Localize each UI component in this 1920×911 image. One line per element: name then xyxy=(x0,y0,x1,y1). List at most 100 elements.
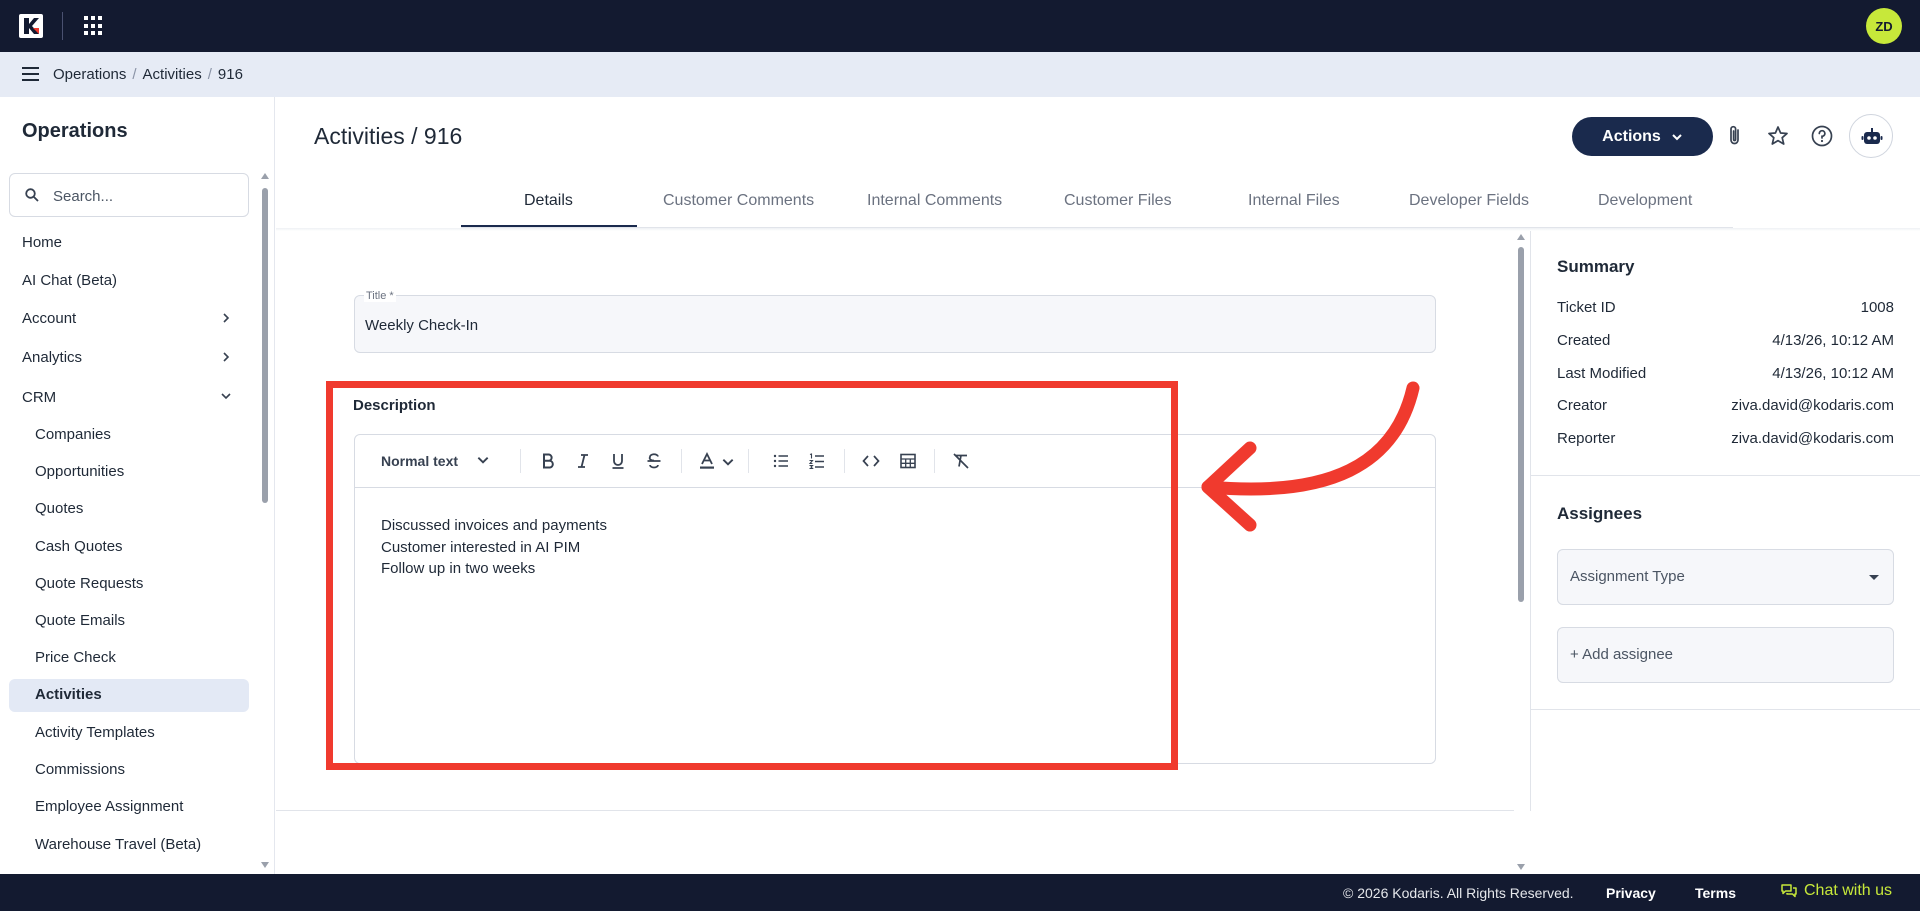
editor-line: Follow up in two weeks xyxy=(381,560,536,577)
star-icon[interactable] xyxy=(1766,124,1790,148)
bold-icon[interactable] xyxy=(538,451,558,471)
description-editor[interactable]: Normal text Discussed invoices and payme… xyxy=(354,434,1436,764)
caret-down-icon xyxy=(1869,575,1879,580)
editor-content[interactable]: Discussed invoices and payments Customer… xyxy=(381,515,607,580)
chat-bubble-icon xyxy=(1781,884,1797,898)
chat-with-us-link[interactable]: Chat with us xyxy=(1780,882,1892,900)
summary-value-reporter: ziva.david@kodaris.com xyxy=(1731,430,1894,447)
summary-label-created: Created xyxy=(1557,332,1611,349)
sidebar-item-opportunities[interactable]: Opportunities xyxy=(35,463,124,480)
tab-details[interactable]: Details xyxy=(524,192,573,210)
summary-title: Summary xyxy=(1557,257,1635,276)
robot-icon xyxy=(1861,128,1883,144)
actions-button[interactable]: Actions xyxy=(1572,117,1713,156)
chevron-down-icon[interactable] xyxy=(721,455,735,469)
tab-bar: Details Customer Comments Internal Comme… xyxy=(461,180,1733,228)
tab-customer-comments[interactable]: Customer Comments xyxy=(663,192,814,210)
text-format-select[interactable]: Normal text xyxy=(381,453,490,469)
tab-customer-files[interactable]: Customer Files xyxy=(1064,192,1172,210)
chat-with-us-label: Chat with us xyxy=(1804,882,1893,899)
assignment-type-placeholder: Assignment Type xyxy=(1570,568,1685,585)
tab-internal-files[interactable]: Internal Files xyxy=(1248,192,1340,210)
sidebar-item-warehouse-travel[interactable]: Warehouse Travel (Beta) xyxy=(35,836,201,853)
sidebar-item-quote-requests[interactable]: Quote Requests xyxy=(35,575,143,592)
editor-line: Customer interested in AI PIM xyxy=(381,538,581,556)
sidebar-item-analytics[interactable]: Analytics xyxy=(22,349,82,366)
tab-internal-comments[interactable]: Internal Comments xyxy=(867,192,1002,210)
kodaris-logo-icon[interactable] xyxy=(19,14,43,38)
sidebar-item-activities[interactable]: Activities xyxy=(35,686,102,703)
terms-link[interactable]: Terms xyxy=(1695,885,1736,901)
chevron-down-icon[interactable] xyxy=(220,390,232,402)
breadcrumb: Operations / Activities / 916 xyxy=(53,66,243,83)
avatar[interactable]: ZD xyxy=(1866,8,1902,44)
text-color-icon[interactable] xyxy=(697,451,717,471)
title-field-label: Title * xyxy=(364,290,396,302)
summary-label-creator: Creator xyxy=(1557,397,1608,414)
breadcrumb-item-operations[interactable]: Operations xyxy=(53,66,126,83)
chevron-down-icon xyxy=(1672,133,1682,140)
description-label: Description xyxy=(353,397,436,414)
assignees-title: Assignees xyxy=(1557,504,1643,523)
table-icon[interactable] xyxy=(898,451,918,471)
scroll-up-icon[interactable] xyxy=(261,173,269,179)
main-scroll-thumb[interactable] xyxy=(1518,247,1524,602)
chevron-right-icon[interactable] xyxy=(220,312,232,324)
chevron-right-icon[interactable] xyxy=(220,351,232,363)
panel-divider xyxy=(1530,709,1920,710)
underline-icon[interactable] xyxy=(608,451,628,471)
breadcrumb-item-current: 916 xyxy=(217,66,243,83)
sidebar-scroll-thumb[interactable] xyxy=(262,188,268,503)
summary-value-created: 4/13/26, 10:12 AM xyxy=(1772,332,1894,349)
breadcrumb-separator: / xyxy=(132,66,137,83)
numbered-list-icon[interactable] xyxy=(807,451,827,471)
sidebar-item-crm[interactable]: CRM xyxy=(22,389,56,406)
tab-development[interactable]: Development xyxy=(1598,192,1692,210)
page-title: Activities / 916 xyxy=(314,123,463,149)
ai-assistant-button[interactable] xyxy=(1849,114,1893,158)
summary-label-ticket-id: Ticket ID xyxy=(1557,299,1616,316)
strikethrough-icon[interactable] xyxy=(644,451,664,471)
paperclip-icon[interactable] xyxy=(1723,124,1747,148)
summary-value-ticket-id: 1008 xyxy=(1860,299,1894,316)
bullet-list-icon[interactable] xyxy=(771,451,791,471)
sidebar-item-cash-quotes[interactable]: Cash Quotes xyxy=(35,538,123,555)
breadcrumb-item-activities[interactable]: Activities xyxy=(143,66,202,83)
scroll-down-icon[interactable] xyxy=(1517,864,1525,870)
clear-formatting-icon[interactable] xyxy=(951,451,971,471)
toolbar-divider xyxy=(520,449,521,473)
sidebar-item-employee-assignment[interactable]: Employee Assignment xyxy=(35,798,183,815)
apps-grid-icon[interactable] xyxy=(84,16,104,36)
sidebar-item-commissions[interactable]: Commissions xyxy=(35,761,125,778)
code-icon[interactable] xyxy=(861,451,881,471)
sidebar-item-ai-chat[interactable]: AI Chat (Beta) xyxy=(22,272,117,289)
sidebar-item-quotes[interactable]: Quotes xyxy=(35,500,83,517)
privacy-link[interactable]: Privacy xyxy=(1606,885,1656,901)
search-input[interactable] xyxy=(53,185,238,207)
sidebar-item-quote-emails[interactable]: Quote Emails xyxy=(35,612,125,629)
sidebar-scrollbar[interactable] xyxy=(260,170,270,870)
title-field-value[interactable]: Weekly Check-In xyxy=(365,317,478,334)
sidebar-search[interactable] xyxy=(9,173,249,217)
active-tab-indicator xyxy=(461,225,637,227)
title-field[interactable] xyxy=(354,295,1436,353)
summary-label-last-modified: Last Modified xyxy=(1557,365,1647,382)
toolbar-divider xyxy=(934,449,935,473)
help-icon[interactable] xyxy=(1810,124,1834,148)
sidebar-item-home[interactable]: Home xyxy=(22,234,62,251)
text-format-label: Normal text xyxy=(381,453,459,469)
scroll-up-icon[interactable] xyxy=(1517,234,1525,240)
assignment-type-select[interactable]: Assignment Type xyxy=(1557,549,1894,605)
italic-icon[interactable] xyxy=(573,451,593,471)
main-scrollbar[interactable] xyxy=(1516,231,1526,874)
sidebar-item-price-check[interactable]: Price Check xyxy=(35,649,116,666)
sidebar: Operations Home AI Chat (Beta) Account A… xyxy=(0,97,275,874)
hamburger-menu-icon[interactable] xyxy=(22,67,39,81)
sidebar-item-account[interactable]: Account xyxy=(22,310,76,327)
add-assignee-input[interactable]: + Add assignee xyxy=(1557,627,1894,683)
scroll-down-icon[interactable] xyxy=(261,862,269,868)
tab-developer-fields[interactable]: Developer Fields xyxy=(1409,192,1529,210)
sidebar-item-activity-templates[interactable]: Activity Templates xyxy=(35,724,155,741)
sidebar-item-companies[interactable]: Companies xyxy=(35,426,111,443)
sidebar-title: Operations xyxy=(22,120,128,142)
